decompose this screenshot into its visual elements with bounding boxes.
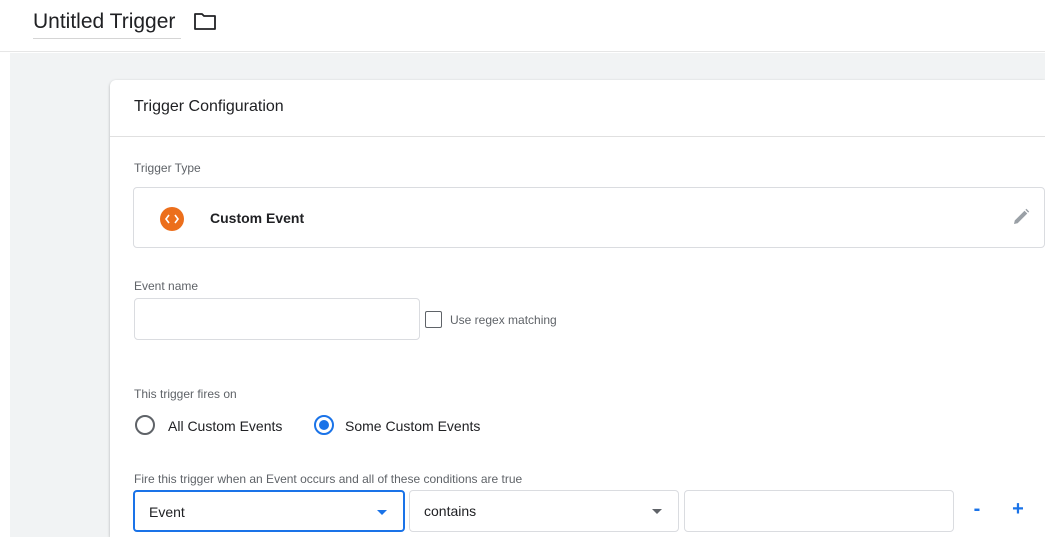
radio-some-custom-events-label[interactable]: Some Custom Events <box>345 418 480 434</box>
condition-value-input[interactable] <box>684 490 954 532</box>
trigger-configuration-card: Trigger Configuration Trigger Type Custo… <box>110 80 1045 537</box>
page-title[interactable]: Untitled Trigger <box>33 10 175 34</box>
fires-on-label: This trigger fires on <box>134 387 237 401</box>
operator-select[interactable]: contains <box>409 490 679 532</box>
folder-icon[interactable] <box>193 11 217 31</box>
radio-all-custom-events-label[interactable]: All Custom Events <box>168 418 282 434</box>
operator-select-value: contains <box>424 503 477 519</box>
add-condition-button[interactable]: + <box>1007 498 1029 521</box>
card-title: Trigger Configuration <box>134 98 284 115</box>
trigger-title-field[interactable]: Untitled Trigger <box>33 6 182 39</box>
trigger-type-label: Trigger Type <box>134 161 201 175</box>
variable-select[interactable]: Event <box>133 490 405 532</box>
regex-checkbox-label: Use regex matching <box>450 313 557 327</box>
trigger-type-selector[interactable]: Custom Event <box>133 187 1045 248</box>
pencil-icon[interactable] <box>1012 208 1030 226</box>
divider <box>110 136 1045 137</box>
event-name-label: Event name <box>134 279 199 293</box>
radio-all-custom-events[interactable] <box>135 415 155 435</box>
header-bar: Untitled Trigger <box>0 0 1045 52</box>
dropdown-arrow-icon <box>652 509 662 514</box>
variable-select-value: Event <box>149 504 185 520</box>
remove-condition-button[interactable]: - <box>966 498 988 521</box>
conditions-label: Fire this trigger when an Event occurs a… <box>134 472 523 486</box>
custom-event-code-icon <box>160 207 184 231</box>
radio-some-custom-events[interactable] <box>314 415 334 435</box>
regex-checkbox[interactable] <box>425 311 442 328</box>
trigger-type-name: Custom Event <box>210 210 305 226</box>
dropdown-arrow-icon <box>377 510 387 515</box>
event-name-input[interactable] <box>134 298 420 340</box>
